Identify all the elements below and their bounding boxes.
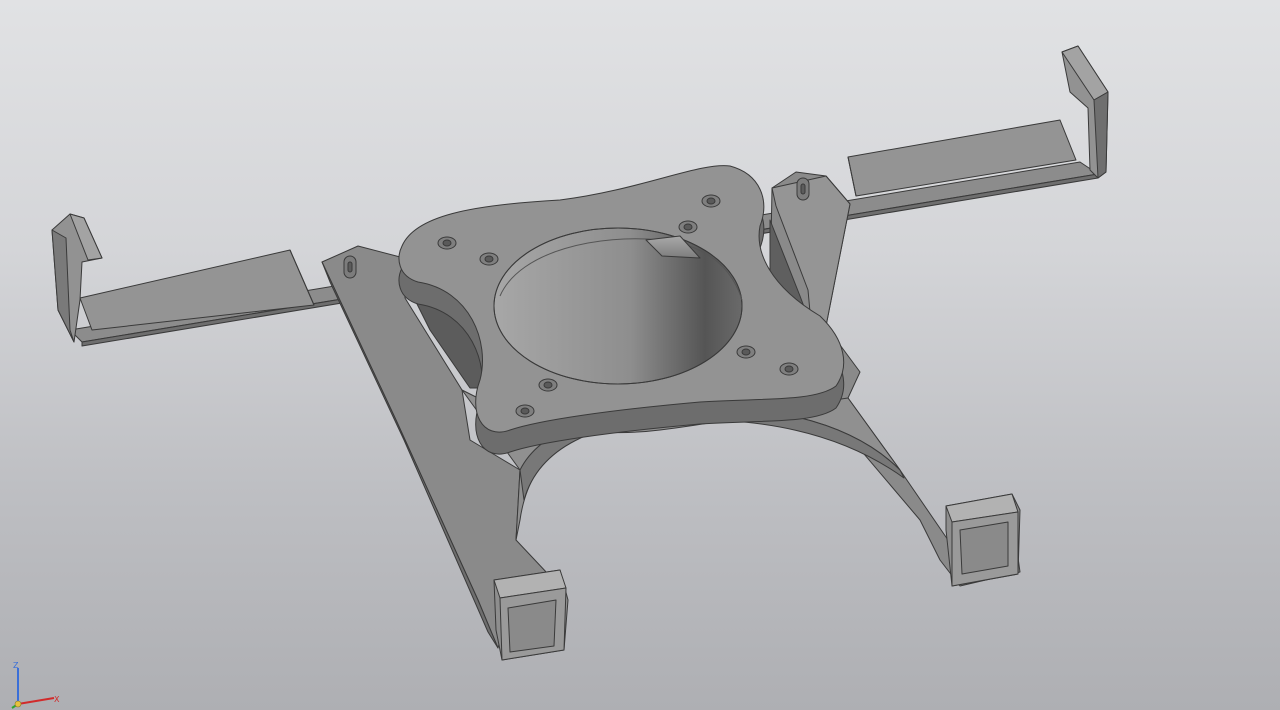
origin-icon xyxy=(14,700,22,708)
screw-hole xyxy=(736,345,756,359)
x-axis-icon xyxy=(17,697,55,705)
screw-hole xyxy=(479,252,499,266)
orientation-triad: X Z xyxy=(11,661,60,709)
3d-model-tablet-stand[interactable] xyxy=(0,0,1280,710)
right-rubber-foot xyxy=(945,493,1021,587)
left-rubber-foot xyxy=(493,569,569,661)
screw-hole xyxy=(538,378,558,392)
x-axis-label: X xyxy=(54,695,60,704)
screw-hole xyxy=(779,362,799,376)
screw-hole xyxy=(437,236,457,250)
z-axis-label: Z xyxy=(13,661,19,670)
center-hole xyxy=(493,227,743,385)
3d-viewport[interactable]: X Z xyxy=(0,0,1280,710)
screw-hole xyxy=(515,404,535,418)
screw-hole xyxy=(678,220,698,234)
screw-hole xyxy=(701,194,721,208)
